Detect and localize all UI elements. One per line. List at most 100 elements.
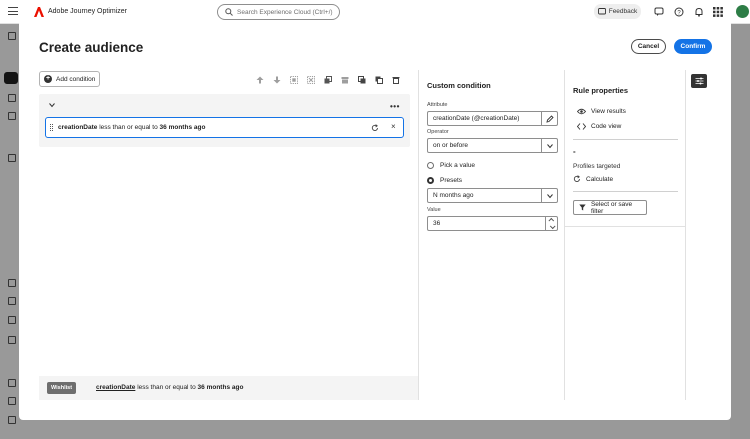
presets-label: Presets (440, 177, 463, 184)
filter-label: Select or save filter (590, 200, 633, 215)
group-icon (289, 75, 298, 84)
attribute-value: creationDate (@creationDate) (433, 115, 520, 122)
global-search-input[interactable]: Search Experience Cloud (Ctrl+/) (217, 4, 340, 20)
custom-condition-panel: Custom condition Attribute creationDate … (418, 70, 565, 400)
add-icon: + (44, 75, 52, 83)
close-icon[interactable]: × (391, 122, 396, 131)
cancel-button[interactable]: Cancel (631, 39, 666, 54)
search-icon (225, 8, 233, 16)
value-number-input[interactable]: 36 (427, 216, 558, 231)
attribute-field[interactable]: creationDate (@creationDate) (427, 111, 558, 126)
operator-value: on or before (433, 142, 469, 149)
chat-icon[interactable] (654, 7, 664, 17)
hamburger-menu-icon[interactable] (8, 7, 18, 17)
pick-value-radio[interactable]: Pick a value (427, 162, 475, 169)
presets-radio[interactable]: Presets (427, 177, 462, 184)
code-icon (577, 123, 586, 130)
group-button[interactable] (285, 73, 302, 87)
view-results-button[interactable]: View results (577, 108, 626, 115)
summary-attribute-link[interactable]: creationDate (96, 384, 135, 391)
summary-operator: less than or equal to (137, 384, 196, 391)
create-audience-modal: Create audience Cancel Confirm + Add con… (19, 20, 731, 420)
summary-value: 36 months ago (197, 384, 244, 391)
feedback-icon (597, 7, 606, 14)
refresh-icon[interactable] (371, 124, 379, 132)
archive-icon (341, 76, 348, 83)
delete-button[interactable] (387, 73, 404, 87)
help-icon[interactable]: ? (674, 7, 684, 17)
trash-icon (392, 76, 399, 84)
add-condition-label: Add condition (56, 75, 96, 83)
value-stepper[interactable] (545, 217, 557, 230)
custom-condition-title: Custom condition (427, 81, 491, 90)
edit-attribute-button[interactable] (541, 112, 557, 125)
condition-value: 36 months ago (159, 124, 206, 131)
arrow-down-icon (273, 76, 280, 83)
operator-label: Operator (427, 129, 449, 135)
more-options-icon[interactable]: ••• (390, 102, 400, 111)
eye-icon (577, 108, 586, 115)
app-switcher-icon[interactable] (713, 7, 723, 17)
app-title: Adobe Journey Optimizer (48, 8, 127, 15)
notifications-icon[interactable] (694, 7, 704, 17)
divider (573, 139, 678, 140)
calculate-label: Calculate (586, 175, 614, 183)
stepper-down-icon[interactable] (549, 223, 556, 229)
pick-value-label: Pick a value (440, 162, 476, 169)
rule-toolbar (251, 72, 404, 87)
move-up-button[interactable] (251, 73, 268, 87)
search-placeholder: Search Experience Cloud (Ctrl+/) (237, 8, 333, 16)
modal-title: Create audience (39, 40, 144, 55)
rule-properties-panel: Rule properties View results Code view -… (565, 70, 686, 400)
rule-builder-canvas: + Add condition ••• creationDate less th… (19, 70, 417, 400)
summary-tag: Wishlist (47, 382, 77, 394)
condition-row[interactable]: creationDate less than or equal to 36 mo… (45, 117, 404, 138)
preset-dropdown-toggle[interactable] (541, 189, 557, 202)
operator-dropdown-toggle[interactable] (541, 139, 557, 152)
paste-button[interactable] (370, 73, 387, 87)
copy-button[interactable] (319, 73, 336, 87)
feedback-label: Feedback (608, 8, 638, 15)
attribute-label: Attribute (427, 102, 448, 108)
value-input-text: 36 (433, 220, 441, 227)
sliders-icon (695, 77, 703, 85)
condition-attribute: creationDate (58, 124, 98, 131)
paste-icon (375, 76, 383, 84)
chevron-down-icon (546, 193, 553, 198)
calculate-button[interactable]: Calculate (573, 175, 613, 183)
move-down-button[interactable] (268, 73, 285, 87)
panel-settings-button[interactable] (691, 74, 707, 88)
radio-selected-icon (427, 177, 434, 184)
summary-text: creationDate less than or equal to 36 mo… (96, 384, 243, 391)
arrow-up-icon (256, 76, 263, 83)
chevron-down-icon[interactable] (49, 102, 55, 108)
adobe-logo-icon (34, 7, 44, 17)
rule-properties-title: Rule properties (573, 86, 629, 95)
add-condition-button[interactable]: + Add condition (39, 71, 100, 87)
view-results-label: View results (591, 108, 626, 115)
archive-button[interactable] (336, 73, 353, 87)
user-avatar[interactable] (736, 5, 749, 18)
chevron-down-icon (546, 143, 553, 148)
edit-icon (545, 114, 554, 123)
confirm-button[interactable]: Confirm (674, 39, 712, 54)
duplicate-button[interactable] (353, 73, 370, 87)
profiles-count: - (573, 147, 576, 156)
preset-select[interactable]: N months ago (427, 188, 558, 203)
select-or-save-filter-button[interactable]: Select or save filter (573, 200, 647, 215)
operator-select[interactable]: on or before (427, 138, 558, 153)
feedback-button[interactable]: Feedback (594, 4, 641, 19)
condition-operator: less than or equal to (99, 124, 158, 131)
refresh-icon (573, 175, 580, 182)
preset-value: N months ago (433, 192, 474, 199)
ungroup-button[interactable] (302, 73, 319, 87)
profiles-targeted-label: Profiles targeted (573, 163, 621, 170)
divider (573, 191, 678, 192)
value-label: Value (427, 207, 441, 213)
rule-properties-section: Rule properties View results Code view -… (565, 70, 686, 227)
radio-unselected-icon (427, 162, 434, 169)
drag-handle-icon[interactable] (50, 124, 53, 131)
filter-icon (579, 204, 586, 211)
copy-icon (324, 75, 332, 83)
code-view-button[interactable]: Code view (577, 123, 621, 130)
